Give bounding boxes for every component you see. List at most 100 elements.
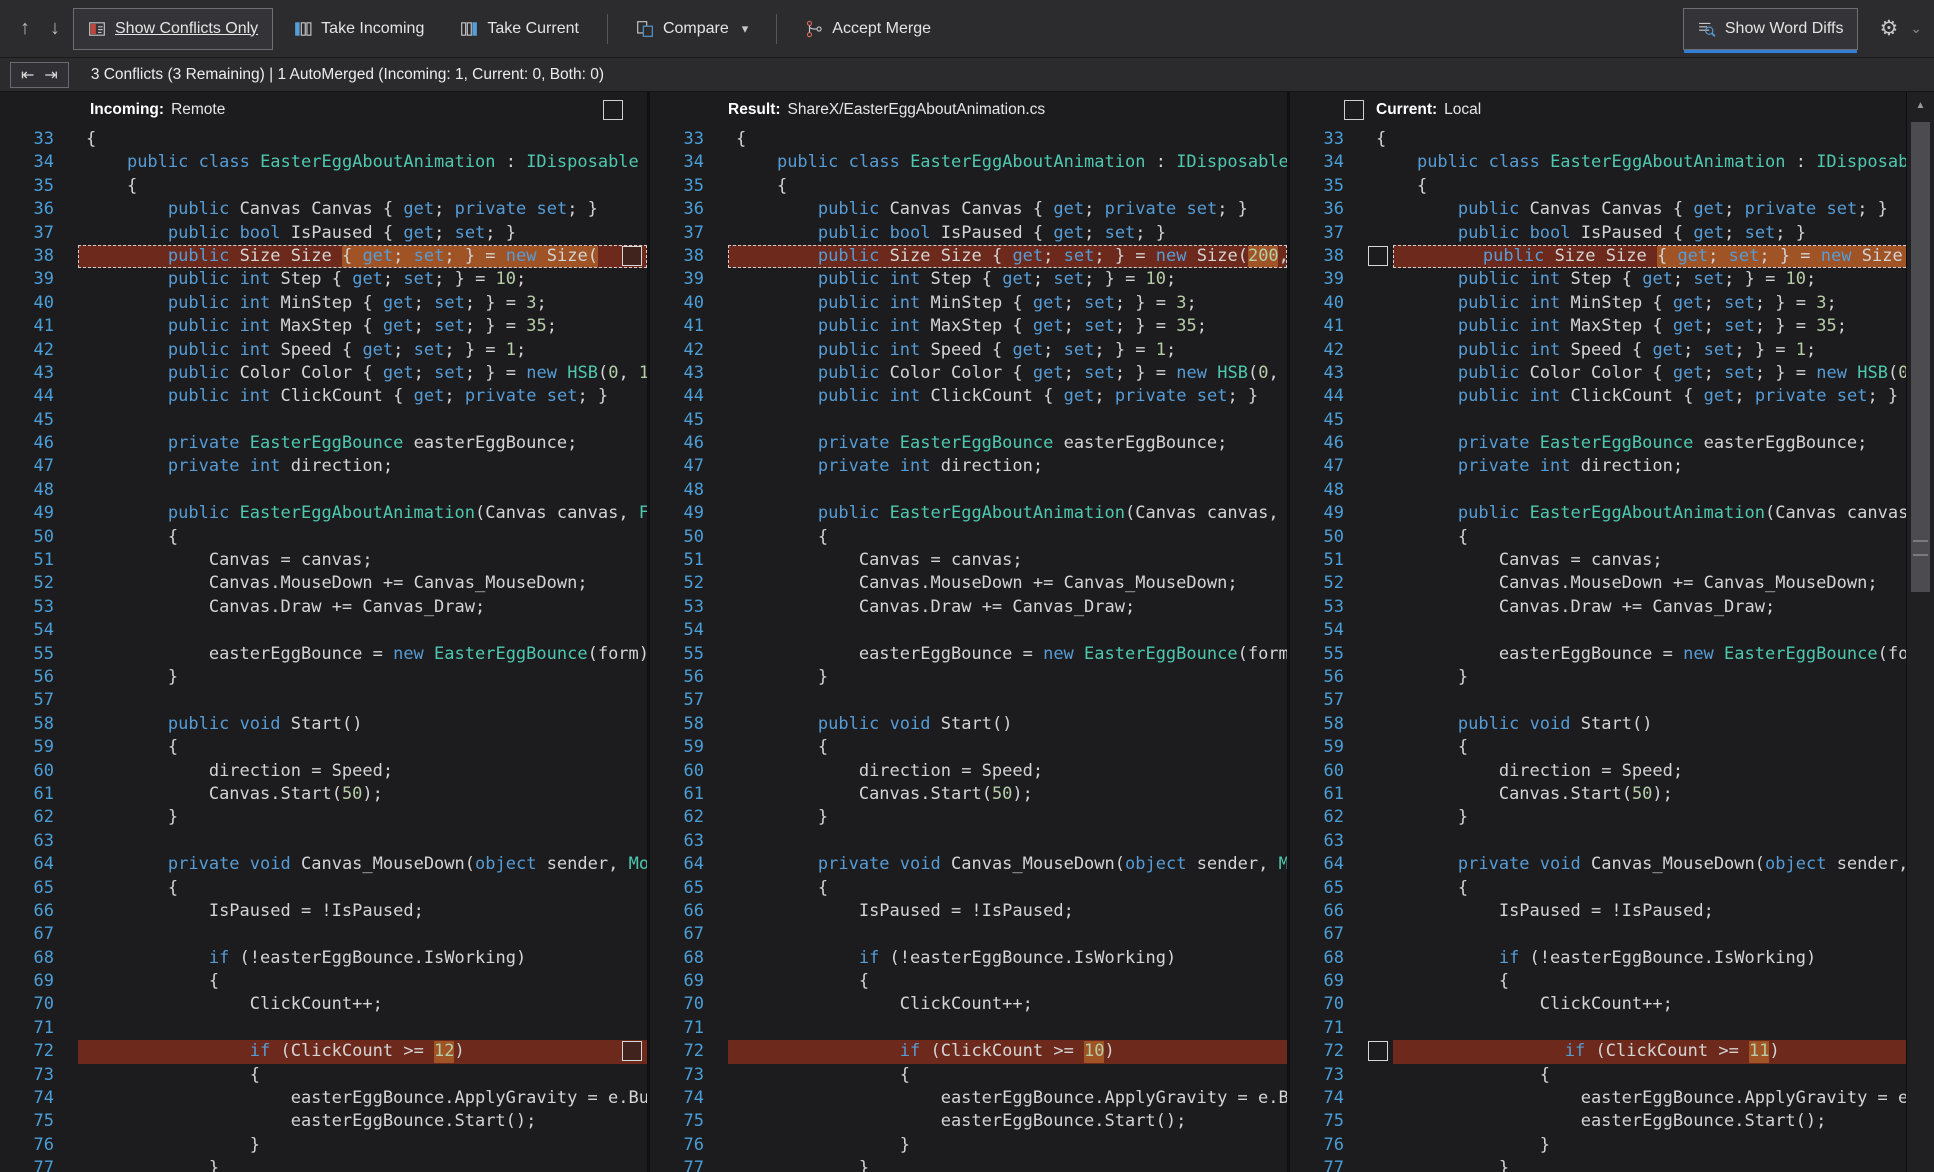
- code-text-region[interactable]: [728, 409, 1287, 432]
- code-text-region[interactable]: public int Step { get; set; } = 10;: [728, 268, 1287, 291]
- incoming-pane-checkbox[interactable]: [603, 100, 623, 120]
- code-line[interactable]: 38 public Size Size { get; set; } = new …: [0, 244, 647, 269]
- code-line[interactable]: 71: [1290, 1017, 1906, 1040]
- current-code-editor[interactable]: 33 {34 public class EasterEggAboutAnimati…: [1290, 128, 1906, 1172]
- conflict-code[interactable]: if (ClickCount >= 12): [78, 1040, 647, 1064]
- take-current-button[interactable]: Take Current: [445, 8, 594, 50]
- code-text-region[interactable]: }: [728, 806, 1287, 829]
- code-text-region[interactable]: Canvas.Start(50);: [728, 783, 1287, 806]
- code-line[interactable]: 66 IsPaused = !IsPaused;: [0, 900, 647, 923]
- code-text-region[interactable]: public Color Color { get; set; } = new H…: [728, 362, 1287, 385]
- conflict-checkbox[interactable]: [1368, 245, 1388, 266]
- code-line[interactable]: 71: [0, 1017, 647, 1040]
- conflict-checkbox[interactable]: [622, 1041, 642, 1062]
- current-pane-checkbox[interactable]: [1344, 100, 1364, 120]
- code-line[interactable]: 42 public int Speed { get; set; } = 1;: [1290, 339, 1906, 362]
- code-text-region[interactable]: {: [1368, 970, 1906, 993]
- code-line[interactable]: 43 public Color Color { get; set; } = ne…: [650, 362, 1287, 385]
- code-line[interactable]: 39 public int Step { get; set; } = 10;: [650, 268, 1287, 291]
- code-line[interactable]: 67: [0, 923, 647, 946]
- code-line[interactable]: 69 {: [1290, 970, 1906, 993]
- code-line[interactable]: 72 if (ClickCount >= 10): [650, 1040, 1287, 1064]
- code-text-region[interactable]: direction = Speed;: [1368, 760, 1906, 783]
- code-line[interactable]: 76 }: [650, 1134, 1287, 1157]
- code-line[interactable]: 54: [0, 619, 647, 642]
- code-line[interactable]: 47 private int direction;: [1290, 455, 1906, 478]
- nav-down-icon[interactable]: ↓: [40, 9, 70, 49]
- code-text-region[interactable]: Canvas.Draw += Canvas_Draw;: [1368, 596, 1906, 619]
- code-text-region[interactable]: {: [1368, 736, 1906, 759]
- code-line[interactable]: 50 {: [0, 526, 647, 549]
- code-text-region[interactable]: public int MinStep { get; set; } = 3;: [78, 292, 647, 315]
- code-text-region[interactable]: [1368, 923, 1906, 946]
- code-line[interactable]: 69 {: [650, 970, 1287, 993]
- code-text-region[interactable]: ClickCount++;: [728, 993, 1287, 1016]
- scrollbar-thumb[interactable]: [1911, 122, 1930, 592]
- code-text-region[interactable]: private EasterEggBounce easterEggBounce;: [728, 432, 1287, 455]
- code-line[interactable]: 37 public bool IsPaused { get; set; }: [650, 222, 1287, 245]
- code-line[interactable]: 40 public int MinStep { get; set; } = 3;: [650, 292, 1287, 315]
- code-text-region[interactable]: public void Start(): [1368, 713, 1906, 736]
- code-text-region[interactable]: private void Canvas_MouseDown(object sen…: [1368, 853, 1906, 876]
- code-text-region[interactable]: public int ClickCount { get; private set…: [1368, 385, 1906, 408]
- code-text-region[interactable]: IsPaused = !IsPaused;: [78, 900, 647, 923]
- code-line[interactable]: 76 }: [0, 1134, 647, 1157]
- code-text-region[interactable]: public EasterEggAboutAnimation(Canvas ca…: [1368, 502, 1906, 525]
- code-line[interactable]: 67: [1290, 923, 1906, 946]
- conflict-code[interactable]: public Size Size { get; set; } = new Siz…: [1393, 244, 1906, 269]
- conflict-code[interactable]: if (ClickCount >= 10): [728, 1040, 1287, 1064]
- code-text-region[interactable]: Canvas = canvas;: [78, 549, 647, 572]
- code-text-region[interactable]: private EasterEggBounce easterEggBounce;: [78, 432, 647, 455]
- code-text-region[interactable]: {: [1368, 526, 1906, 549]
- code-line[interactable]: 46 private EasterEggBounce easterEggBoun…: [0, 432, 647, 455]
- code-line[interactable]: 56 }: [0, 666, 647, 689]
- code-text-region[interactable]: Canvas = canvas;: [1368, 549, 1906, 572]
- code-line[interactable]: 63: [0, 830, 647, 853]
- code-text-region[interactable]: public int ClickCount { get; private set…: [78, 385, 647, 408]
- code-text-region[interactable]: public int MaxStep { get; set; } = 35;: [1368, 315, 1906, 338]
- code-text-region[interactable]: [1368, 479, 1906, 502]
- code-text-region[interactable]: Canvas.Draw += Canvas_Draw;: [728, 596, 1287, 619]
- code-line[interactable]: 60 direction = Speed;: [1290, 760, 1906, 783]
- code-text-region[interactable]: }: [78, 1157, 647, 1172]
- code-text-region[interactable]: private int direction;: [78, 455, 647, 478]
- code-text-region[interactable]: public class EasterEggAboutAnimation : I…: [1368, 151, 1906, 174]
- toolbar-overflow-icon[interactable]: ⌄: [1910, 20, 1922, 37]
- code-text-region[interactable]: }: [78, 1134, 647, 1157]
- code-text-region[interactable]: easterEggBounce.ApplyGravity = e.Button …: [728, 1087, 1287, 1110]
- code-line[interactable]: 36 public Canvas Canvas { get; private s…: [650, 198, 1287, 221]
- code-text-region[interactable]: easterEggBounce.Start();: [78, 1110, 647, 1133]
- code-line[interactable]: 41 public int MaxStep { get; set; } = 35…: [0, 315, 647, 338]
- code-line[interactable]: 51 Canvas = canvas;: [0, 549, 647, 572]
- code-line[interactable]: 59 {: [0, 736, 647, 759]
- code-text-region[interactable]: [78, 1017, 647, 1040]
- code-text-region[interactable]: [1368, 1017, 1906, 1040]
- code-line[interactable]: 49 public EasterEggAboutAnimation(Canvas…: [1290, 502, 1906, 525]
- code-line[interactable]: 53 Canvas.Draw += Canvas_Draw;: [650, 596, 1287, 619]
- code-line[interactable]: 75 easterEggBounce.Start();: [650, 1110, 1287, 1133]
- code-line[interactable]: 63: [1290, 830, 1906, 853]
- code-text-region[interactable]: easterEggBounce = new EasterEggBounce(fo…: [1368, 643, 1906, 666]
- code-line[interactable]: 37 public bool IsPaused { get; set; }: [0, 222, 647, 245]
- code-text-region[interactable]: [728, 1017, 1287, 1040]
- code-text-region[interactable]: private int direction;: [1368, 455, 1906, 478]
- code-text-region[interactable]: {: [1368, 1064, 1906, 1087]
- conflict-code[interactable]: public Size Size { get; set; } = new Siz…: [78, 244, 647, 269]
- code-text-region[interactable]: }: [1368, 806, 1906, 829]
- code-line[interactable]: 68 if (!easterEggBounce.IsWorking): [0, 947, 647, 970]
- code-line[interactable]: 58 public void Start(): [0, 713, 647, 736]
- code-line[interactable]: 52 Canvas.MouseDown += Canvas_MouseDown;: [1290, 572, 1906, 595]
- code-text-region[interactable]: direction = Speed;: [78, 760, 647, 783]
- code-text-region[interactable]: public class EasterEggAboutAnimation : I…: [78, 151, 647, 174]
- code-line[interactable]: 63: [650, 830, 1287, 853]
- code-text-region[interactable]: [1368, 830, 1906, 853]
- code-line[interactable]: 53 Canvas.Draw += Canvas_Draw;: [1290, 596, 1906, 619]
- code-line[interactable]: 66 IsPaused = !IsPaused;: [650, 900, 1287, 923]
- code-line[interactable]: 68 if (!easterEggBounce.IsWorking): [1290, 947, 1906, 970]
- code-line[interactable]: 38 public Size Size { get; set; } = new …: [1290, 244, 1906, 269]
- result-code-editor[interactable]: 33 {34 public class EasterEggAboutAnimati…: [650, 128, 1287, 1172]
- code-line[interactable]: 74 easterEggBounce.ApplyGravity = e.Butt…: [0, 1087, 647, 1110]
- code-line[interactable]: 36 public Canvas Canvas { get; private s…: [0, 198, 647, 221]
- code-line[interactable]: 62 }: [0, 806, 647, 829]
- code-line[interactable]: 77 }: [1290, 1157, 1906, 1172]
